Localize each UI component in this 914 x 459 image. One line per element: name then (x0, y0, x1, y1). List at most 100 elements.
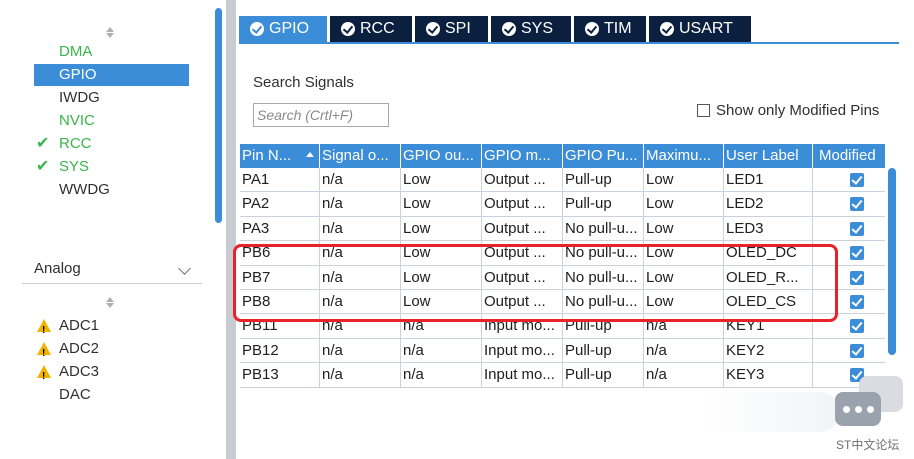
modified-checkbox[interactable] (850, 319, 864, 334)
table-cell[interactable]: n/a (320, 168, 401, 192)
table-row[interactable]: PB12 n/a n/a Input mo... Pull-up n/a KEY2 (240, 338, 885, 364)
sidebar-item-sys[interactable]: ✔ SYS (34, 156, 189, 178)
table-cell[interactable]: n/a (401, 363, 482, 388)
table-cell[interactable]: Low (644, 168, 724, 192)
table-cell[interactable]: OLED_CS (724, 290, 813, 314)
table-cell[interactable]: Pull-up (563, 314, 644, 339)
table-cell[interactable]: LED1 (724, 168, 813, 192)
sidebar-item-dma[interactable]: DMA (34, 41, 189, 63)
table-cell[interactable]: Pull-up (563, 363, 644, 388)
table-cell[interactable]: PB8 (240, 290, 320, 314)
table-row[interactable]: PA2 n/a Low Output ... Pull-up Low LED2 (240, 192, 885, 217)
table-cell[interactable]: PB7 (240, 265, 320, 290)
table-cell[interactable]: n/a (320, 241, 401, 266)
table-cell[interactable]: Low (401, 192, 482, 217)
table-cell[interactable]: Input mo... (482, 314, 563, 339)
sidebar-item-adc1[interactable]: ADC1 (34, 315, 189, 342)
table-scrollbar-thumb[interactable] (888, 168, 896, 355)
modified-checkbox[interactable] (850, 246, 864, 261)
table-cell[interactable]: n/a (320, 216, 401, 241)
table-cell[interactable]: n/a (320, 192, 401, 217)
table-cell[interactable]: Low (401, 168, 482, 192)
modified-checkbox[interactable] (850, 343, 864, 358)
sort-down-icon[interactable] (106, 33, 114, 38)
sidebar-item-gpio[interactable]: GPIO (34, 64, 189, 86)
table-cell[interactable]: n/a (644, 363, 724, 388)
table-cell[interactable]: Input mo... (482, 338, 563, 363)
table-cell[interactable]: n/a (401, 338, 482, 363)
sort-up-icon[interactable] (106, 27, 114, 32)
table-cell[interactable]: Low (401, 241, 482, 266)
table-cell[interactable]: Input mo... (482, 363, 563, 388)
table-cell[interactable]: Output ... (482, 168, 563, 192)
table-cell[interactable]: Low (644, 265, 724, 290)
table-cell[interactable]: KEY1 (724, 314, 813, 339)
modified-checkbox[interactable] (850, 295, 864, 309)
tab-sys[interactable]: SYS (491, 16, 571, 42)
table-cell[interactable]: n/a (320, 265, 401, 290)
table-cell[interactable]: n/a (401, 314, 482, 339)
show-only-modified-checkbox[interactable]: Show only Modified Pins (697, 102, 879, 120)
table-cell[interactable]: Low (644, 290, 724, 314)
table-cell[interactable]: Pull-up (563, 338, 644, 363)
tab-rcc[interactable]: RCC (330, 16, 412, 42)
table-cell[interactable]: PA3 (240, 216, 320, 241)
table-cell[interactable]: Low (401, 290, 482, 314)
column-header[interactable]: GPIO ou... (401, 144, 482, 168)
table-cell[interactable]: Output ... (482, 241, 563, 266)
table-cell[interactable]: Low (644, 241, 724, 266)
sidebar-item-adc2[interactable]: ADC2 (34, 338, 189, 365)
column-header[interactable]: User Label (724, 144, 813, 168)
column-header[interactable]: GPIO Pu... (563, 144, 644, 168)
table-cell[interactable]: Pull-up (563, 168, 644, 192)
table-cell[interactable]: Low (401, 216, 482, 241)
table-row[interactable]: PA1 n/a Low Output ... Pull-up Low LED1 (240, 168, 885, 193)
column-header[interactable]: Signal o... (320, 144, 401, 168)
tab-gpio[interactable]: GPIO (239, 16, 327, 42)
checkbox-box[interactable] (697, 104, 710, 117)
sidebar-item-wwdg[interactable]: WWDG (34, 179, 189, 201)
table-row[interactable]: PA3 n/a Low Output ... No pull-u... Low LED3 (240, 216, 885, 242)
sidebar-item-iwdg[interactable]: IWDG (34, 87, 189, 109)
search-input[interactable] (253, 103, 389, 127)
table-cell[interactable]: n/a (644, 314, 724, 339)
modified-checkbox[interactable] (850, 197, 864, 212)
sidebar-item-rcc[interactable]: ✔ RCC (34, 133, 189, 155)
table-row[interactable]: PB8 n/a Low Output ... No pull-u... Low OLED_C… (240, 290, 885, 315)
sort-up-icon[interactable] (106, 297, 114, 302)
table-cell[interactable]: Low (644, 192, 724, 217)
table-cell[interactable]: No pull-u... (563, 216, 644, 241)
modified-checkbox[interactable] (850, 173, 864, 187)
table-cell[interactable]: LED2 (724, 192, 813, 217)
table-cell[interactable]: Output ... (482, 265, 563, 290)
table-cell[interactable]: n/a (320, 338, 401, 363)
panel-splitter[interactable] (226, 0, 236, 459)
table-cell[interactable]: PA2 (240, 192, 320, 217)
table-cell[interactable]: n/a (320, 314, 401, 339)
table-cell[interactable]: OLED_R... (724, 265, 813, 290)
table-cell[interactable]: No pull-u... (563, 265, 644, 290)
table-cell[interactable]: PB6 (240, 241, 320, 266)
table-cell[interactable]: Low (644, 216, 724, 241)
table-cell[interactable]: OLED_DC (724, 241, 813, 266)
tab-tim[interactable]: TIM (574, 16, 646, 42)
chevron-down-icon[interactable] (178, 262, 191, 275)
table-cell[interactable]: PB13 (240, 363, 320, 388)
table-cell[interactable]: KEY3 (724, 363, 813, 388)
table-cell[interactable]: Output ... (482, 192, 563, 217)
left-scrollbar-thumb[interactable] (215, 8, 222, 223)
table-cell[interactable]: Output ... (482, 216, 563, 241)
table-cell[interactable]: n/a (644, 338, 724, 363)
table-cell[interactable]: n/a (320, 290, 401, 314)
table-cell[interactable]: KEY2 (724, 338, 813, 363)
modified-checkbox[interactable] (850, 270, 864, 285)
tab-usart[interactable]: USART (649, 16, 751, 42)
table-cell[interactable]: Output ... (482, 290, 563, 314)
column-header[interactable]: GPIO m... (482, 144, 563, 168)
modified-checkbox[interactable] (850, 221, 864, 236)
table-cell[interactable]: PB11 (240, 314, 320, 339)
column-header[interactable]: Modified (813, 144, 885, 168)
table-cell[interactable]: LED3 (724, 216, 813, 241)
table-cell[interactable]: Pull-up (563, 192, 644, 217)
column-header[interactable]: Maximu... (644, 144, 724, 168)
